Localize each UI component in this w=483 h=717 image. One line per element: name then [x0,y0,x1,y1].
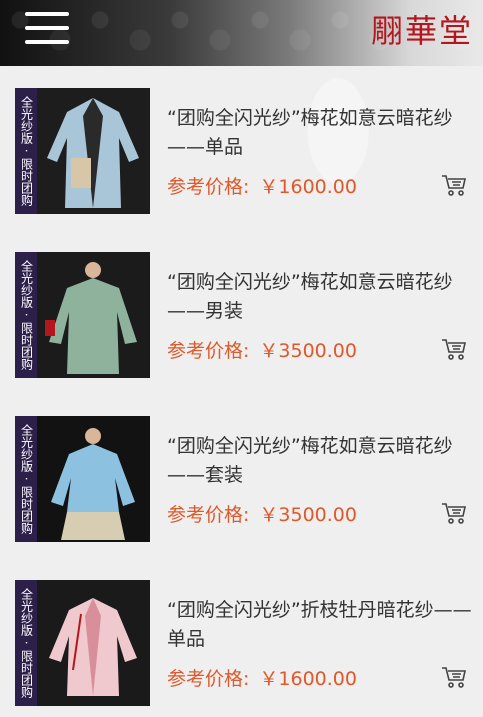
product-title[interactable]: “团购全闪光纱”梅花如意云暗花纱——单品 [167,104,479,162]
cart-icon[interactable] [441,338,467,360]
cart-icon[interactable] [441,666,467,688]
price-row: 参考价格: ￥3500.00 [167,500,357,527]
menu-line [25,40,69,44]
product-thumbnail[interactable]: 全光纱版·限时团购 [15,416,150,542]
product-title[interactable]: “团购全闪光纱”折枝牡丹暗花纱——单品 [167,596,479,654]
garment-image [37,88,150,214]
app-header: 翢華堂 [0,0,483,66]
product-title[interactable]: “团购全闪光纱”梅花如意云暗花纱——套装 [167,432,479,490]
product-thumbnail[interactable]: 全光纱版·限时团购 [15,88,150,214]
price-value: ￥3500.00 [259,340,357,362]
garment-image [37,416,150,542]
product-item[interactable]: 全光纱版·限时团购 “团购全闪光纱”梅花如意云暗花纱——单品 参考价格: ￥160… [0,66,483,214]
price-label: 参考价格: [167,504,250,526]
price-row: 参考价格: ￥3500.00 [167,336,357,363]
product-thumbnail[interactable]: 全光纱版·限时团购 [15,252,150,378]
brand-logo[interactable]: 翢華堂 [371,6,473,52]
price-label: 参考价格: [167,340,250,362]
hamburger-menu-icon[interactable] [25,12,69,44]
price-value: ￥1600.00 [259,176,357,198]
garment-image [37,252,150,378]
badge-label: 全光纱版·限时团购 [15,88,37,214]
price-row: 参考价格: ￥1600.00 [167,664,357,691]
product-list: 全光纱版·限时团购 “团购全闪光纱”梅花如意云暗花纱——单品 参考价格: ￥160… [0,66,483,717]
price-label: 参考价格: [167,176,250,198]
price-value: ￥3500.00 [259,504,357,526]
product-item[interactable]: 全光纱版·限时团购 “团购全闪光纱”梅花如意云暗花纱——套装 参考价格: ￥350… [0,394,483,542]
menu-line [25,26,69,30]
product-title[interactable]: “团购全闪光纱”梅花如意云暗花纱——男装 [167,268,479,326]
product-item[interactable]: 全光纱版·限时团购 “团购全闪光纱”梅花如意云暗花纱——男装 参考价格: ￥350… [0,230,483,378]
badge-label: 全光纱版·限时团购 [15,580,37,706]
price-row: 参考价格: ￥1600.00 [167,172,357,199]
price-value: ￥1600.00 [259,668,357,690]
badge-label: 全光纱版·限时团购 [15,416,37,542]
price-label: 参考价格: [167,668,250,690]
cart-icon[interactable] [441,174,467,196]
product-thumbnail[interactable]: 全光纱版·限时团购 [15,580,150,706]
menu-line [25,12,69,16]
garment-image [37,580,150,706]
badge-label: 全光纱版·限时团购 [15,252,37,378]
product-item[interactable]: 全光纱版·限时团购 “团购全闪光纱”折枝牡丹暗花纱——单品 参考价格: ￥1600… [0,558,483,706]
cart-icon[interactable] [441,502,467,524]
